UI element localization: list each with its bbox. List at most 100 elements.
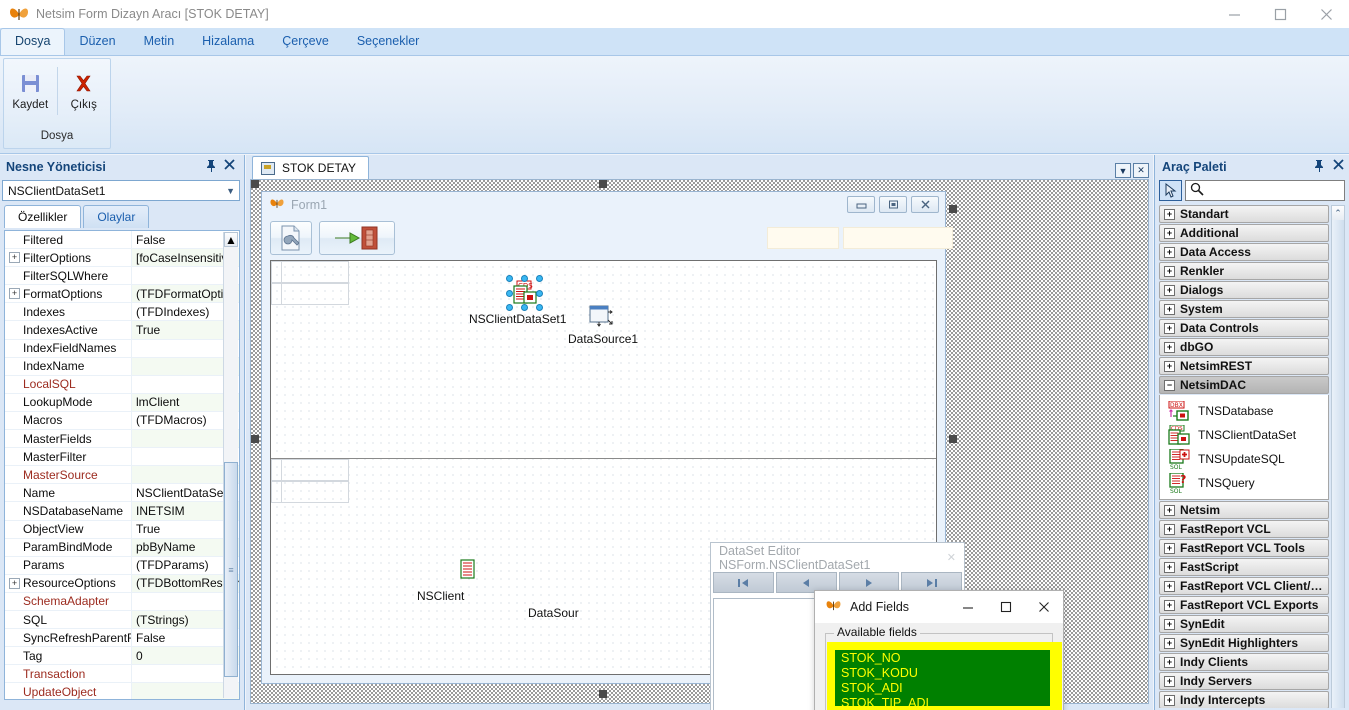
palette-category-netsimrest[interactable]: + NetsimREST	[1159, 357, 1329, 375]
chevron-down-icon[interactable]: ▼	[1115, 163, 1131, 178]
palette-category-indy-servers[interactable]: + Indy Servers	[1159, 672, 1329, 690]
expand-plus-icon[interactable]: +	[1164, 360, 1175, 372]
close-icon[interactable]: ✕	[947, 551, 956, 564]
field-item[interactable]: STOK_NO	[838, 651, 1043, 666]
restore-icon[interactable]	[879, 196, 907, 213]
property-row[interactable]: Macros (TFDMacros)	[5, 411, 239, 431]
palette-category-indy-intercepts[interactable]: + Indy Intercepts	[1159, 691, 1329, 708]
field-item[interactable]: STOK_KODU	[838, 666, 1043, 681]
form-toolbar-field-1[interactable]	[767, 227, 839, 249]
palette-category-fastreport-vcl[interactable]: + FastReport VCL	[1159, 520, 1329, 538]
property-scrollbar[interactable]: ▲ ≡	[223, 232, 238, 698]
expand-plus-icon[interactable]: +	[1164, 246, 1175, 258]
close-icon[interactable]	[1025, 591, 1063, 623]
object-selector-combo[interactable]: NSClientDataSet1 ▼	[2, 180, 240, 201]
minimize-icon[interactable]	[1211, 0, 1257, 28]
property-row[interactable]: Params (TFDParams)	[5, 556, 239, 575]
expand-plus-icon[interactable]: +	[9, 288, 20, 300]
form-designer-surface[interactable]: Form1 NSClientDataSet1 DataSource1 NSCli…	[250, 179, 1149, 710]
arrow-pointer-icon[interactable]	[1159, 180, 1182, 201]
property-row[interactable]: IndexFieldNames	[5, 339, 239, 358]
palette-item-tnsclientdataset[interactable]: CDS TNSClientDataSet	[1160, 423, 1328, 447]
property-row[interactable]: FilterSQLWhere	[5, 267, 239, 286]
expand-plus-icon[interactable]: +	[1164, 504, 1175, 516]
save-button[interactable]: Kaydet	[4, 59, 57, 129]
component-datasource1[interactable]	[589, 305, 615, 328]
expand-plus-icon[interactable]: +	[1164, 542, 1175, 554]
property-row[interactable]: MasterFields	[5, 430, 239, 449]
close-icon[interactable]	[911, 196, 939, 213]
scroll-up-arrow-icon[interactable]: ▲	[224, 232, 238, 247]
expand-plus-icon[interactable]: +	[1164, 675, 1175, 687]
property-row[interactable]: Name NSClientDataSet1	[5, 484, 239, 503]
tab-olaylar[interactable]: Olaylar	[83, 205, 150, 228]
menu-item-secenekler[interactable]: Seçenekler	[343, 29, 434, 55]
property-row[interactable]: + FilterOptions [foCaseInsensitive	[5, 249, 239, 268]
maximize-icon[interactable]	[987, 591, 1025, 623]
minimize-icon[interactable]	[847, 196, 875, 213]
palette-item-tnsquery[interactable]: ? SQL TNSQuery	[1160, 471, 1328, 495]
expand-plus-icon[interactable]: +	[1164, 523, 1175, 535]
property-row[interactable]: SchemaAdapter	[5, 592, 239, 611]
expand-plus-icon[interactable]: +	[1164, 265, 1175, 277]
palette-category-netsimdac[interactable]: − NetsimDAC	[1159, 376, 1329, 394]
expand-plus-icon[interactable]: +	[1164, 599, 1175, 611]
wrench-document-icon[interactable]	[270, 221, 312, 255]
palette-category-dialogs[interactable]: + Dialogs	[1159, 281, 1329, 299]
designer-handle-left[interactable]	[251, 435, 259, 443]
property-row[interactable]: MasterSource	[5, 466, 239, 485]
property-row[interactable]: Filtered False	[5, 231, 239, 250]
palette-category-fastscript[interactable]: + FastScript	[1159, 558, 1329, 576]
expand-plus-icon[interactable]: +	[1164, 694, 1175, 706]
exit-door-icon[interactable]	[319, 221, 395, 255]
property-row[interactable]: MasterFilter	[5, 448, 239, 467]
property-row[interactable]: + ResourceOptions (TFDBottomResour	[5, 574, 239, 593]
palette-category-dbgo[interactable]: + dbGO	[1159, 338, 1329, 356]
property-row[interactable]: LocalSQL	[5, 375, 239, 394]
collapse-minus-icon[interactable]: −	[1164, 379, 1175, 391]
property-row[interactable]: NSDatabaseName INETSIM	[5, 502, 239, 521]
palette-scrollbar[interactable]: ⌃	[1331, 205, 1345, 708]
menu-item-dosya[interactable]: Dosya	[0, 28, 66, 55]
property-row[interactable]: UpdateObject	[5, 683, 239, 699]
palette-category-system[interactable]: + System	[1159, 300, 1329, 318]
property-row[interactable]: SQL (TStrings)	[5, 610, 239, 630]
pin-icon[interactable]	[1314, 159, 1325, 175]
property-row[interactable]: IndexesActive True	[5, 321, 239, 340]
palette-category-data-controls[interactable]: + Data Controls	[1159, 319, 1329, 337]
expand-plus-icon[interactable]: +	[1164, 341, 1175, 353]
document-tab-stok-detay[interactable]: STOK DETAY	[252, 156, 370, 179]
palette-category-standart[interactable]: + Standart	[1159, 205, 1329, 223]
palette-category-data-access[interactable]: + Data Access	[1159, 243, 1329, 261]
field-item[interactable]: STOK_TIP_ADI	[838, 696, 1043, 710]
component-nsclientdataset1[interactable]: CDS	[506, 275, 543, 311]
expand-plus-icon[interactable]: +	[9, 252, 20, 264]
tab-ozellikler[interactable]: Özellikler	[4, 205, 82, 228]
designer-handle-top[interactable]	[599, 180, 607, 188]
expand-plus-icon[interactable]: +	[1164, 656, 1175, 668]
menu-item-duzen[interactable]: Düzen	[65, 29, 129, 55]
menu-item-hizalama[interactable]: Hizalama	[188, 29, 268, 55]
expand-plus-icon[interactable]: +	[1164, 208, 1175, 220]
scrollbar-thumb[interactable]: ≡	[224, 462, 238, 677]
designer-handle-topleft[interactable]	[251, 180, 259, 188]
add-fields-dialog[interactable]: Add Fields Available fields STOK_NO STOK…	[814, 590, 1064, 710]
property-row[interactable]: + FormatOptions (TFDFormatOption	[5, 285, 239, 304]
component-nsclientdataset-lower[interactable]	[460, 558, 476, 580]
expand-plus-icon[interactable]: +	[1164, 322, 1175, 334]
palette-item-tnsdatabase[interactable]: DBX TNSDatabase	[1160, 399, 1328, 423]
expand-plus-icon[interactable]: +	[1164, 618, 1175, 630]
exit-button[interactable]: Çıkış	[57, 59, 110, 129]
close-icon[interactable]	[224, 159, 235, 175]
palette-category-netsim[interactable]: + Netsim	[1159, 501, 1329, 519]
property-row[interactable]: Indexes (TFDIndexes)	[5, 303, 239, 322]
menu-item-cerceve[interactable]: Çerçeve	[268, 29, 343, 55]
close-icon[interactable]	[1303, 0, 1349, 28]
property-row[interactable]: LookupMode lmClient	[5, 393, 239, 412]
property-row[interactable]: ParamBindMode pbByName	[5, 538, 239, 557]
property-row[interactable]: ObjectView True	[5, 520, 239, 539]
expand-plus-icon[interactable]: +	[1164, 637, 1175, 649]
palette-category-additional[interactable]: + Additional	[1159, 224, 1329, 242]
expand-plus-icon[interactable]: +	[1164, 580, 1175, 592]
scroll-up-arrow-icon[interactable]: ⌃	[1332, 206, 1344, 220]
